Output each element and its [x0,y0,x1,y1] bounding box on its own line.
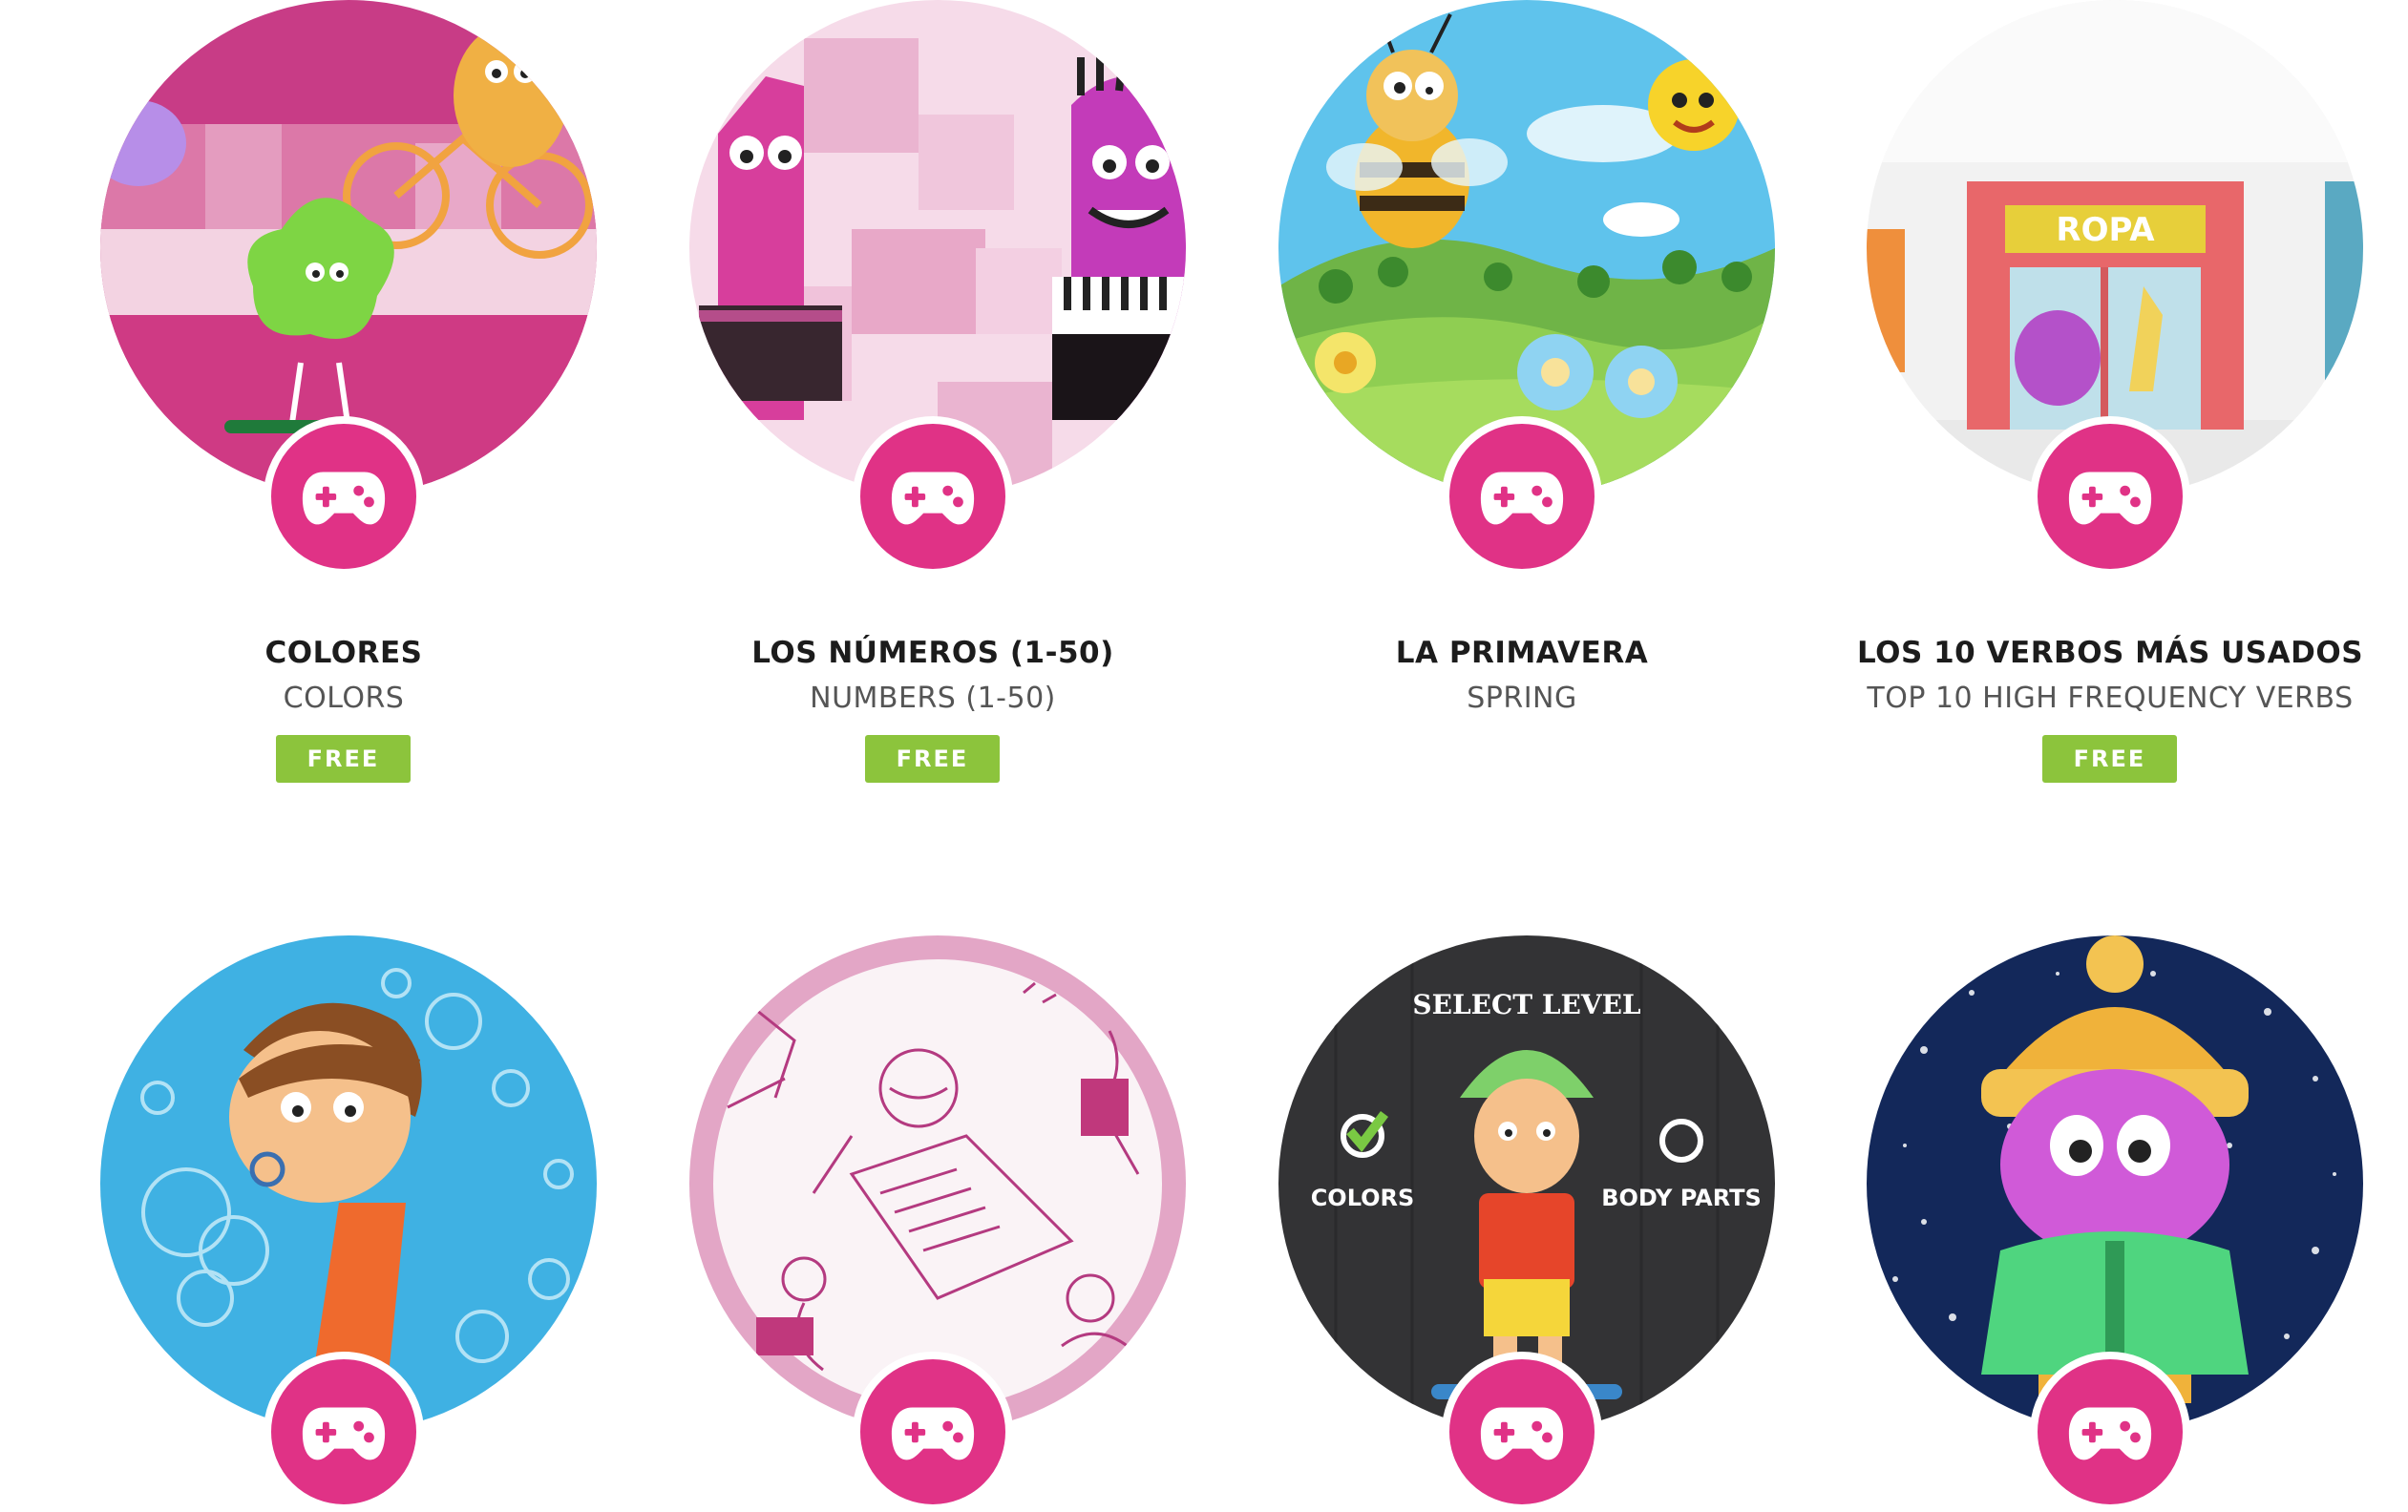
game-title[interactable]: COLORES [48,636,640,670]
level-option-body-parts[interactable]: BODY PARTS [1601,1185,1762,1211]
gamepad-icon [302,1407,386,1460]
game-subtitle: COLORS [283,682,405,715]
game-subtitle: NUMBERS (1-50) [810,682,1056,715]
free-badge[interactable]: FREE [276,735,411,783]
game-title[interactable]: LOS 10 VERBOS MÁS USADOS [1814,636,2406,670]
gamepad-icon [302,472,386,525]
free-badge[interactable]: FREE [865,735,1000,783]
play-game-button[interactable] [264,416,424,577]
play-game-button[interactable] [1442,416,1602,577]
gamepad-icon [1480,472,1564,525]
play-game-button[interactable] [853,416,1013,577]
gamepad-icon [2068,472,2152,525]
game-title[interactable]: LA PRIMAVERA [1226,636,1818,670]
gamepad-icon [891,472,975,525]
level-option-colors[interactable]: COLORS [1311,1185,1415,1211]
play-game-button[interactable] [2030,1352,2190,1512]
play-game-button[interactable] [853,1352,1013,1512]
play-game-button[interactable] [1442,1352,1602,1512]
game-subtitle: SPRING [1467,682,1577,715]
game-subtitle: TOP 10 HIGH FREQUENCY VERBS [1867,682,2354,715]
game-title[interactable]: LOS NÚMEROS (1-50) [637,636,1229,670]
play-game-button[interactable] [264,1352,424,1512]
select-level-heading: SELECT LEVEL [1412,989,1641,1020]
gamepad-icon [1480,1407,1564,1460]
play-game-button[interactable] [2030,416,2190,577]
gamepad-icon [2068,1407,2152,1460]
free-badge[interactable]: FREE [2042,735,2177,783]
gamepad-icon [891,1407,975,1460]
shop-sign-text: ROPA [2056,211,2155,249]
